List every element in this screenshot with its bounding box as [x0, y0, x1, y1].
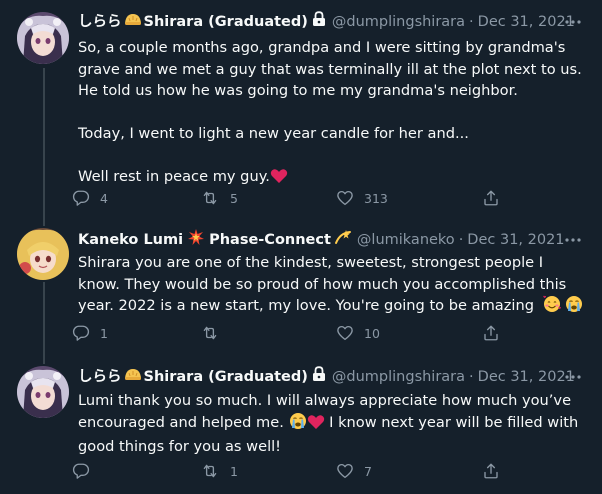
tweet-header: しらら Shirara (Graduated) @dumplingshirara…	[78, 10, 584, 34]
tweet-text: Shirara you are one of the kindest, swee…	[78, 252, 584, 320]
like-button[interactable]: 313	[336, 186, 388, 210]
more-icon[interactable]	[562, 366, 584, 388]
separator-dot: ·	[469, 369, 474, 385]
avatar[interactable]	[17, 366, 69, 418]
retweet-button[interactable]	[200, 321, 230, 345]
loudly-crying-face-emoji	[565, 295, 583, 320]
share-button[interactable]	[482, 186, 500, 210]
dumpling-emoji	[124, 11, 142, 33]
retweet-icon	[200, 189, 220, 207]
avatar[interactable]	[17, 228, 69, 280]
tweet-text-content: Shirara you are one of the kindest, swee…	[78, 254, 567, 314]
like-button[interactable]: 10	[336, 321, 380, 345]
separator-dot: ·	[458, 232, 464, 248]
share-icon	[482, 189, 500, 207]
dumpling-emoji	[124, 366, 142, 388]
like-count: 313	[364, 190, 388, 206]
thread-line	[43, 68, 45, 214]
reply-icon	[72, 189, 90, 207]
thread-line	[43, 282, 45, 360]
display-name-suffix[interactable]: Shirara (Graduated)	[144, 366, 308, 388]
share-icon	[482, 324, 500, 342]
handle[interactable]: @lumikaneko	[357, 229, 455, 251]
tweet-text: Lumi thank you so much. I will always ap…	[78, 390, 584, 458]
red-heart-emoji	[307, 414, 325, 437]
like-count: 10	[364, 325, 380, 341]
reply-button[interactable]	[72, 459, 100, 483]
tweet-date[interactable]: Dec 31, 2021	[478, 11, 575, 33]
tweet[interactable]: しらら Shirara (Graduated) @dumplingshirara…	[0, 0, 602, 214]
loudly-crying-face-emoji	[289, 412, 307, 437]
tweet-actions: 4 5 313	[72, 186, 508, 210]
tweet-thread: しらら Shirara (Graduated) @dumplingshirara…	[0, 0, 602, 494]
lock-icon	[312, 10, 326, 34]
tweet-paragraph: Today, I went to light a new year candle…	[78, 125, 469, 142]
tweet-actions: 1 10	[72, 321, 508, 345]
tweet-paragraph-text: Well rest in peace my guy.	[78, 168, 270, 185]
reply-button[interactable]: 1	[72, 321, 108, 345]
dizzy-emoji	[334, 229, 352, 252]
like-button[interactable]: 7	[336, 459, 372, 483]
display-name[interactable]: しらら	[78, 366, 122, 388]
tweet-text: So, a couple months ago, grandpa and I w…	[78, 37, 584, 191]
tweet[interactable]: しらら Shirara (Graduated) @dumplingshirara…	[0, 360, 602, 494]
tweet[interactable]: Kaneko Lumi Phase-Connect @lumikaneko · …	[0, 214, 602, 360]
separator-dot: ·	[469, 14, 474, 30]
handle[interactable]: @dumplingshirara	[332, 366, 465, 388]
tweet-header: Kaneko Lumi Phase-Connect @lumikaneko · …	[78, 228, 584, 252]
retweet-count: 1	[230, 463, 238, 479]
reply-count: 4	[100, 190, 108, 206]
more-icon[interactable]	[562, 229, 584, 251]
retweet-icon	[200, 462, 220, 480]
reply-button[interactable]: 4	[72, 186, 108, 210]
avatar[interactable]	[17, 12, 69, 64]
reply-count: 1	[100, 325, 108, 341]
share-button[interactable]	[482, 459, 500, 483]
retweet-icon	[200, 324, 220, 342]
lock-icon	[312, 365, 326, 389]
display-name-suffix[interactable]: Shirara (Graduated)	[144, 11, 308, 33]
retweet-button[interactable]: 5	[200, 186, 238, 210]
heart-outline-icon	[336, 462, 354, 480]
retweet-count: 5	[230, 190, 238, 206]
thread-line	[43, 360, 45, 364]
tweet-date[interactable]: Dec 31, 2021	[478, 366, 575, 388]
reply-icon	[72, 462, 90, 480]
thread-line	[43, 214, 45, 226]
display-name[interactable]: Kaneko Lumi	[78, 229, 183, 251]
like-count: 7	[364, 463, 372, 479]
tweet-paragraph: So, a couple months ago, grandpa and I w…	[78, 39, 582, 99]
handle[interactable]: @dumplingshirara	[332, 11, 465, 33]
retweet-button[interactable]: 1	[200, 459, 238, 483]
tweet-actions: 1 7	[72, 459, 508, 483]
heart-outline-icon	[336, 189, 354, 207]
smiling-face-with-hearts-emoji	[542, 295, 561, 320]
display-name-suffix[interactable]: Phase-Connect	[209, 229, 331, 251]
share-icon	[482, 462, 500, 480]
display-name[interactable]: しらら	[78, 11, 122, 33]
reply-icon	[72, 324, 90, 342]
tweet-header: しらら Shirara (Graduated) @dumplingshirara…	[78, 365, 584, 389]
tweet-date[interactable]: Dec 31, 2021	[467, 229, 564, 251]
more-icon[interactable]	[562, 11, 584, 33]
collision-emoji	[188, 228, 205, 252]
share-button[interactable]	[482, 321, 500, 345]
heart-outline-icon	[336, 324, 354, 342]
